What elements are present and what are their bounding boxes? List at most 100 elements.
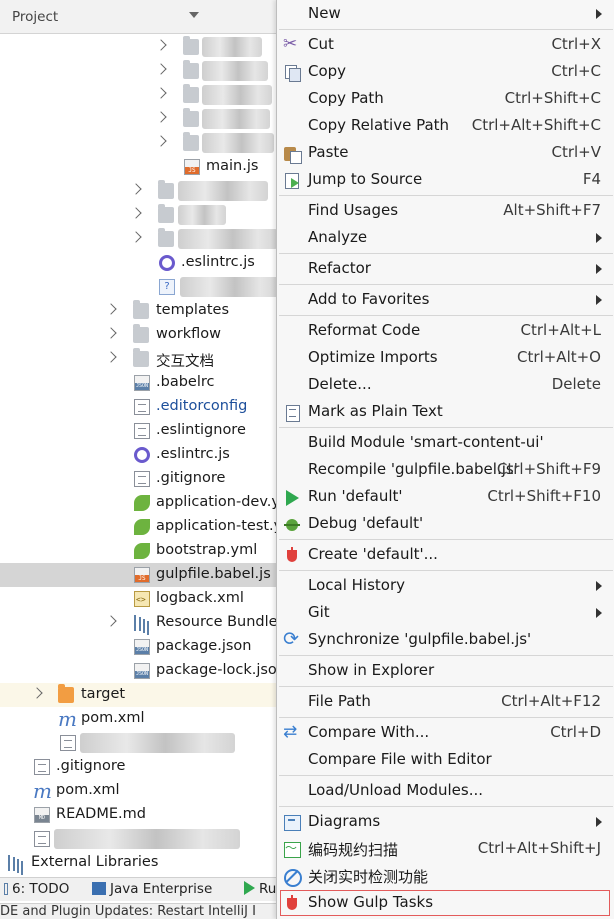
java-enterprise-tab[interactable]: Java Enterprise [92, 881, 212, 897]
tree-row[interactable] [0, 35, 280, 59]
chevron-right-icon[interactable] [105, 615, 117, 627]
menu-item-copy-relative-path[interactable]: Copy Relative Path Ctrl+Alt+Shift+C [277, 113, 614, 139]
chevron-right-icon[interactable] [155, 87, 167, 99]
project-panel-title: Project [12, 9, 59, 25]
tree-row[interactable]: logback.xml [0, 587, 280, 611]
menu-item-label: Paste [308, 143, 349, 161]
chevron-right-icon[interactable] [130, 183, 142, 195]
tree-row-selected[interactable]: JS gulpfile.babel.js [0, 563, 280, 587]
menu-item-run-default[interactable]: Run 'default' Ctrl+Shift+F10 [277, 484, 614, 510]
menu-item-label: Find Usages [308, 201, 399, 219]
menu-item-copy-path[interactable]: Copy Path Ctrl+Shift+C [277, 86, 614, 112]
chevron-right-icon[interactable] [155, 39, 167, 51]
menu-item-paste[interactable]: Paste Ctrl+V [277, 140, 614, 166]
tree-row[interactable] [0, 179, 280, 203]
project-panel-header[interactable]: Project [0, 0, 280, 34]
menu-item-local-history[interactable]: Local History [277, 573, 614, 599]
tree-row[interactable]: JS main.js [0, 155, 280, 179]
chevron-right-icon[interactable] [31, 687, 43, 699]
folder-icon [158, 180, 174, 199]
menu-item-compare-with[interactable]: Compare With... Ctrl+D [277, 720, 614, 746]
chevron-right-icon[interactable] [130, 207, 142, 219]
menu-item-reformat-code[interactable]: Reformat Code Ctrl+Alt+L [277, 318, 614, 344]
chevron-right-icon[interactable] [155, 111, 167, 123]
menu-item-label: Delete... [308, 375, 372, 393]
tree-row[interactable]: application-dev.y [0, 491, 280, 515]
menu-item-label: Build Module 'smart-content-ui' [308, 433, 544, 451]
tree-row[interactable]: workflow [0, 323, 280, 347]
menu-item-code-scan[interactable]: 编码规约扫描 Ctrl+Alt+Shift+J [277, 836, 614, 862]
tree-row[interactable]: JSON package.json [0, 635, 280, 659]
run-tab[interactable]: Ru [244, 881, 276, 897]
todo-tab[interactable]: 6: TODO [4, 881, 69, 897]
menu-item-show-in-explorer[interactable]: Show in Explorer [277, 658, 614, 684]
tree-row[interactable] [0, 83, 280, 107]
folder-icon [158, 204, 174, 223]
tree-row[interactable]: m pom.xml [0, 779, 280, 803]
menu-item-label: Load/Unload Modules... [308, 781, 484, 799]
tree-row[interactable]: bootstrap.yml [0, 539, 280, 563]
menu-separator [279, 686, 613, 687]
tree-row[interactable]: .eslintignore [0, 419, 280, 443]
menu-item-synchronize[interactable]: Synchronize 'gulpfile.babel.js' [277, 627, 614, 653]
menu-item-git[interactable]: Git [277, 600, 614, 626]
tree-row[interactable] [0, 131, 280, 155]
chevron-right-icon[interactable] [130, 231, 142, 243]
text-file-icon [60, 735, 76, 751]
menu-item-build-module[interactable]: Build Module 'smart-content-ui' [277, 430, 614, 456]
menu-item-show-gulp-tasks[interactable]: Show Gulp Tasks [280, 890, 610, 916]
menu-item-optimize-imports[interactable]: Optimize Imports Ctrl+Alt+O [277, 345, 614, 371]
menu-item-file-path[interactable]: File Path Ctrl+Alt+F12 [277, 689, 614, 715]
menu-item-create-default[interactable]: Create 'default'... [277, 542, 614, 568]
text-file-icon [134, 423, 150, 439]
menu-item-jump-to-source[interactable]: Jump to Source F4 [277, 167, 614, 193]
menu-item-debug-default[interactable]: Debug 'default' [277, 511, 614, 537]
menu-item-disable-realtime-check[interactable]: 关闭实时检测功能 [277, 863, 614, 889]
menu-item-load-unload-modules[interactable]: Load/Unload Modules... [277, 778, 614, 804]
chevron-right-icon[interactable] [155, 63, 167, 75]
chevron-right-icon[interactable] [155, 135, 167, 147]
tree-row[interactable]: .gitignore [0, 755, 280, 779]
view-mode-dropdown-icon[interactable] [189, 12, 199, 18]
tree-row[interactable]: .eslintrc.js [0, 251, 280, 275]
chevron-right-icon[interactable] [105, 303, 117, 315]
menu-item-recompile[interactable]: Recompile 'gulpfile.babel.js' Ctrl+Shift… [277, 457, 614, 483]
tree-row[interactable]: application-test.y [0, 515, 280, 539]
tree-row[interactable]: MD README.md [0, 803, 280, 827]
tree-row[interactable]: .eslintrc.js [0, 443, 280, 467]
tree-row[interactable] [0, 203, 280, 227]
chevron-right-icon[interactable] [105, 351, 117, 363]
tree-row[interactable] [0, 59, 280, 83]
menu-item-new[interactable]: New [277, 1, 614, 27]
menu-item-cut[interactable]: Cut Ctrl+X [277, 32, 614, 58]
menu-item-delete[interactable]: Delete... Delete [277, 372, 614, 398]
menu-item-compare-file-with-editor[interactable]: Compare File with Editor [277, 747, 614, 773]
tree-row[interactable] [0, 827, 280, 851]
tree-row[interactable]: m pom.xml [0, 707, 280, 731]
menu-item-diagrams[interactable]: Diagrams [277, 809, 614, 835]
tree-row[interactable]: 交互文档 [0, 347, 280, 371]
tree-row[interactable]: target [0, 683, 280, 707]
menu-item-mark-as-plain-text[interactable]: Mark as Plain Text [277, 399, 614, 425]
tree-row[interactable]: .gitignore [0, 467, 280, 491]
tree-row[interactable] [0, 107, 280, 131]
tree-row[interactable]: JSON package-lock.json [0, 659, 280, 683]
status-message[interactable]: DE and Plugin Updates: Restart IntelliJ … [0, 904, 256, 919]
menu-item-label: Analyze [308, 228, 368, 246]
tree-row[interactable]: ? [0, 275, 280, 299]
menu-item-find-usages[interactable]: Find Usages Alt+Shift+F7 [277, 198, 614, 224]
tree-row[interactable]: templates [0, 299, 280, 323]
tree-row[interactable]: JSON .babelrc [0, 371, 280, 395]
menu-item-refactor[interactable]: Refactor [277, 256, 614, 282]
tree-row[interactable] [0, 227, 280, 251]
chevron-right-icon[interactable] [105, 327, 117, 339]
tree-row[interactable] [0, 731, 280, 755]
file-label: application-test.y [156, 518, 280, 534]
tree-row[interactable]: .editorconfig [0, 395, 280, 419]
tree-row[interactable]: Resource Bundle [0, 611, 280, 635]
menu-item-add-to-favorites[interactable]: Add to Favorites [277, 287, 614, 313]
json-file-icon: JSON [134, 639, 150, 655]
tree-row[interactable]: External Libraries [0, 851, 280, 875]
menu-item-analyze[interactable]: Analyze [277, 225, 614, 251]
menu-item-copy[interactable]: Copy Ctrl+C [277, 59, 614, 85]
